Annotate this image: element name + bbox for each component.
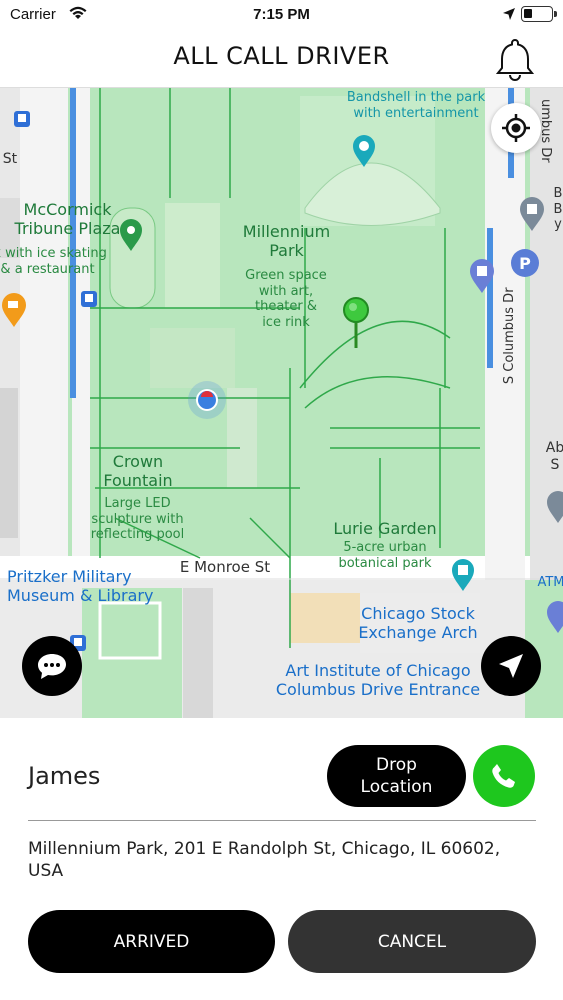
cancel-button[interactable]: CANCEL [288,910,536,973]
status-time: 7:15 PM [253,6,310,23]
bus-stop-icon [14,111,30,127]
edge-poi-icon[interactable] [545,490,563,524]
page-title: ALL CALL DRIVER [173,42,390,70]
status-bar: Carrier 7:15 PM [0,0,563,30]
pickup-address: Millennium Park, 201 E Randolph St, Chic… [28,839,501,881]
millennium-sub-label: Green space with art, theater & ice rink [245,268,327,330]
bell-icon[interactable] [491,35,539,83]
bandshell-label: Bandshell in the park with entertainment [346,90,486,121]
divider [28,820,536,821]
parking-poi-icon[interactable]: P [510,248,540,278]
navigation-icon [499,654,523,678]
battery-icon [521,6,557,22]
cafe-poi-icon[interactable] [0,292,28,328]
crown-label: Crown Fountain [103,452,173,491]
passenger-name: James [28,762,101,790]
edge-label-ab: Ab S [545,440,563,473]
millennium-label: Millennium Park [242,222,331,261]
columbus-drive-label: S Columbus Dr [502,287,518,385]
chat-icon [38,654,66,679]
mccormick-label: McCormick Tribune Plaza [14,200,121,239]
pritzker-label: Pritzker Military Museum & Library [7,567,154,606]
svg-text:P: P [519,254,531,273]
app-header: ALL CALL DRIVER [0,30,563,88]
map-view[interactable]: Bandshell in the park with entertainment… [0,88,563,718]
edge-label-b: B B y [553,186,563,233]
art-institute-label: Art Institute of Chicago Columbus Drive … [275,661,481,700]
atm-poi-icon[interactable] [545,600,563,634]
current-location-dot-icon [188,381,226,419]
bus-stop-icon [81,291,97,307]
drop-pin-icon[interactable] [341,296,371,352]
location-arrow-icon [503,8,515,20]
arrived-button[interactable]: ARRIVED [28,910,275,973]
transit-poi-icon[interactable] [468,258,496,294]
street-fragment-label: St [2,151,18,167]
recenter-button[interactable] [491,103,541,153]
crosshair-icon [502,114,530,142]
building-poi-icon[interactable] [518,196,546,232]
mccormick-sub-label: rk with ice skating & a restaurant [0,246,107,277]
chat-button[interactable] [22,636,82,696]
drop-location-button[interactable]: Drop Location [327,745,466,807]
lurie-sub-label: 5-acre urban botanical park [338,540,432,571]
navigate-button[interactable] [481,636,541,696]
phone-icon [492,764,515,788]
call-button[interactable] [473,745,535,807]
edge-label-atm: ATM [537,575,563,590]
crown-sub-label: Large LED sculpture with reflecting pool [90,496,185,543]
museum-poi-icon[interactable] [450,558,476,592]
bandshell-poi-icon[interactable] [351,134,377,168]
monroe-street-label: E Monroe St [179,558,271,576]
lurie-label: Lurie Garden [333,519,437,538]
mccormick-poi-icon[interactable] [118,218,144,252]
stock-exchange-label: Chicago Stock Exchange Arch [358,604,478,643]
